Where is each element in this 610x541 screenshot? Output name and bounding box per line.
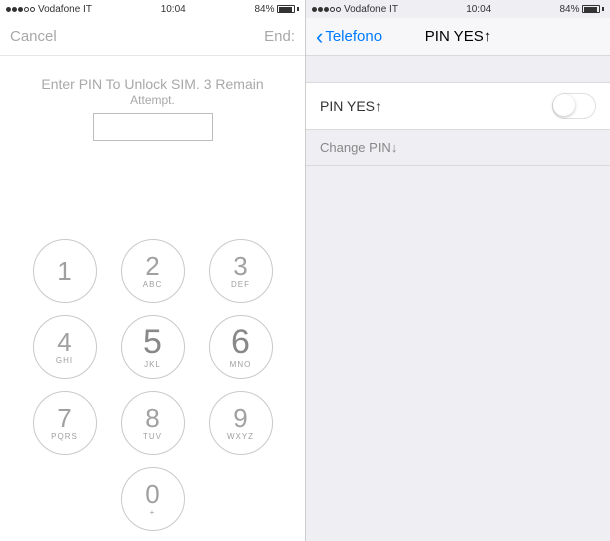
- status-bar: Vodafone IT 10:04 84%: [306, 0, 610, 18]
- key-6[interactable]: 6 MNO: [209, 315, 273, 379]
- signal-icon: [6, 7, 35, 12]
- keypad: 1 2 ABC 3 DEF 4 GHI 5 JKL 6 MNO 7 PQRS 8: [0, 239, 305, 531]
- carrier-label: Vodafone IT: [344, 4, 398, 15]
- key-9[interactable]: 9 WXYZ: [209, 391, 273, 455]
- end-button[interactable]: End:: [264, 28, 295, 45]
- key-1[interactable]: 1: [33, 239, 97, 303]
- status-bar: Vodafone IT 10:04 84%: [0, 0, 305, 18]
- sim-pin-row: PIN YES↑: [306, 82, 610, 130]
- change-pin-label: Change PIN↓: [320, 140, 397, 155]
- prompt-text: Enter PIN To Unlock SIM. 3 Remain: [10, 76, 295, 92]
- signal-icon: [312, 7, 341, 12]
- nav-bar: ‹ Telefono PIN YES↑: [306, 18, 610, 56]
- nav-bar: Cancel End:: [0, 18, 305, 56]
- battery-pct: 84%: [559, 4, 579, 15]
- key-2[interactable]: 2 ABC: [121, 239, 185, 303]
- key-3[interactable]: 3 DEF: [209, 239, 273, 303]
- pin-input[interactable]: [93, 113, 213, 141]
- sim-pin-label: PIN YES↑: [320, 98, 382, 114]
- battery-pct: 84%: [254, 4, 274, 15]
- key-8[interactable]: 8 TUV: [121, 391, 185, 455]
- pin-prompt: Enter PIN To Unlock SIM. 3 Remain Attemp…: [0, 56, 305, 141]
- toggle-knob: [553, 94, 575, 116]
- carrier-label: Vodafone IT: [38, 4, 92, 15]
- back-button[interactable]: ‹ Telefono: [316, 26, 382, 48]
- sim-pin-toggle[interactable]: [552, 93, 596, 119]
- battery-icon: [277, 5, 299, 13]
- key-7[interactable]: 7 PQRS: [33, 391, 97, 455]
- sim-settings-screen: Vodafone IT 10:04 84% ‹ Telefono PIN YES…: [305, 0, 610, 541]
- key-0[interactable]: 0 +: [121, 467, 185, 531]
- pin-entry-screen: Vodafone IT 10:04 84% Cancel End: Enter …: [0, 0, 305, 541]
- key-4[interactable]: 4 GHI: [33, 315, 97, 379]
- key-5[interactable]: 5 JKL: [121, 315, 185, 379]
- clock: 10:04: [161, 4, 186, 15]
- chevron-left-icon: ‹: [316, 26, 323, 48]
- prompt-subtext: Attempt.: [10, 93, 295, 107]
- back-label: Telefono: [325, 28, 382, 45]
- battery-icon: [582, 5, 604, 13]
- clock: 10:04: [466, 4, 491, 15]
- change-pin-row[interactable]: Change PIN↓: [306, 130, 610, 166]
- cancel-button[interactable]: Cancel: [10, 28, 57, 45]
